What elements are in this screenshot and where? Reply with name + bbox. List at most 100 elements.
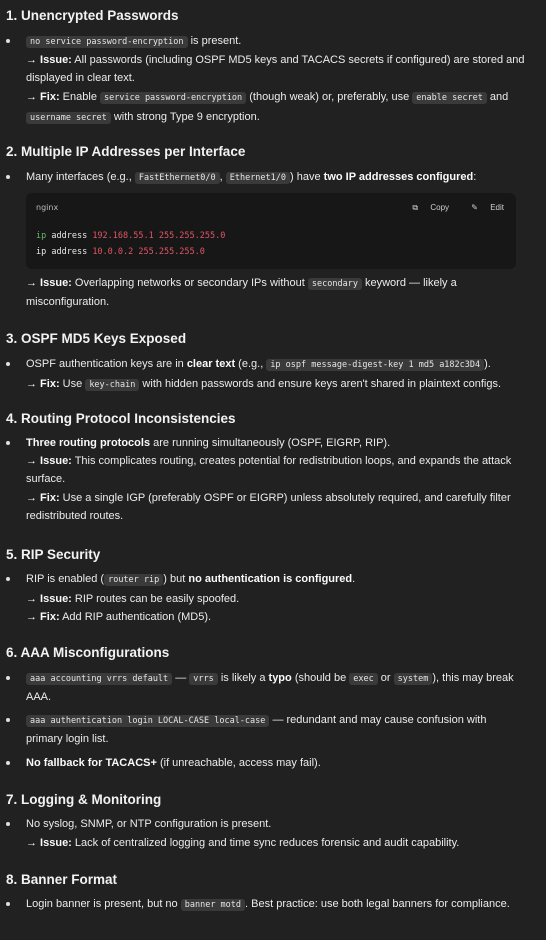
section-heading: 3. OSPF MD5 Keys Exposed	[6, 331, 187, 346]
list-item: No syslog, SNMP, or NTP configuration is…	[6, 815, 526, 852]
fix-label: → Fix:	[26, 378, 60, 390]
text-line: → Issue: Overlapping networks or seconda…	[26, 274, 526, 293]
code-keyword: ip	[36, 231, 47, 241]
text-line: → Fix: Add RIP authentication (MD5).	[26, 608, 526, 626]
text: Enable	[59, 91, 100, 103]
inline-code: Ethernet1/0	[225, 172, 291, 184]
text: This complicates routing, creates potent…	[71, 455, 512, 467]
text-line: → Issue: This complicates routing, creat…	[26, 452, 526, 470]
text: Lack of centralized logging and time syn…	[71, 837, 460, 849]
text-line: AAA.	[26, 688, 526, 706]
code-value: 192.168.55.1 255.255.255.0	[92, 231, 226, 241]
text-line: No syslog, SNMP, or NTP configuration is…	[26, 815, 526, 833]
list-item: Login banner is present, but no banner m…	[6, 895, 526, 914]
list-item: aaa authentication login LOCAL-CASE loca…	[6, 711, 526, 748]
text-line: redistributed routes.	[26, 507, 526, 525]
issue-label: → Issue:	[26, 455, 72, 467]
text: is likely a	[217, 672, 269, 684]
text: Use a single IGP (preferably OSPF or EIG…	[59, 492, 511, 504]
text: Many interfaces (e.g.,	[26, 171, 135, 183]
text: No syslog, SNMP, or NTP configuration is…	[26, 818, 272, 830]
inline-code: router rip	[104, 574, 164, 586]
code-language: nginx	[36, 203, 59, 212]
code-text: address	[46, 231, 93, 241]
code-text: address	[46, 247, 93, 257]
bold-text: No fallback for TACACS+	[26, 757, 157, 769]
list-item-continuation: → Issue: Overlapping networks or seconda…	[26, 274, 526, 311]
text: Login banner is present, but no	[26, 898, 181, 910]
list-item: Three routing protocols are running simu…	[6, 434, 526, 525]
text: Use	[59, 378, 86, 390]
list-item: RIP is enabled (router rip) but no authe…	[6, 570, 526, 626]
section-heading: 2. Multiple IP Addresses per Interface	[6, 144, 246, 159]
edit-label: Edit	[490, 203, 504, 212]
section-heading: 6. AAA Misconfigurations	[6, 645, 170, 660]
section-heading: 1. Unencrypted Passwords	[6, 8, 179, 23]
copy-icon: ⧉	[412, 203, 419, 212]
bullet	[6, 175, 10, 179]
inline-code: enable secret	[412, 92, 487, 104]
text: All passwords (including OSPF MD5 keys a…	[26, 54, 525, 84]
text-line: → Issue: All passwords (including OSPF M…	[26, 51, 526, 87]
inline-code: ip ospf message-digest-key 1 md5 a182c3D…	[266, 359, 485, 371]
text: primary login list.	[26, 733, 109, 745]
bullet	[6, 362, 10, 366]
bullet	[6, 718, 10, 722]
text: misconfiguration.	[26, 296, 110, 308]
text: with strong Type 9 encryption.	[110, 111, 260, 123]
inline-code: secondary	[307, 278, 362, 290]
inline-code: aaa authentication login LOCAL-CASE loca…	[26, 715, 270, 727]
text: (though weak) or, preferably, use	[246, 91, 413, 103]
text: ) have	[290, 171, 324, 183]
text: is present.	[187, 35, 242, 47]
inline-code: vrrs	[189, 673, 218, 685]
bullet	[6, 761, 10, 765]
list-item: OSPF authentication keys are in clear te…	[6, 355, 526, 394]
fix-label: → Fix:	[26, 611, 60, 623]
inline-code: system	[393, 673, 433, 685]
issue-label: → Issue:	[26, 837, 72, 849]
bold-text: clear text	[186, 358, 236, 370]
text: with hidden passwords and ensure keys ar…	[139, 378, 502, 390]
list-item: Many interfaces (e.g., FastEthernet0/0, …	[6, 168, 526, 187]
code-block: nginx ⧉ Copy ✎ Edit ip address 192.168.5…	[26, 193, 516, 269]
text-line: no service password-encryption is presen…	[26, 32, 526, 51]
text: RIP routes can be easily spoofed.	[71, 593, 240, 605]
inline-code: no service password-encryption	[26, 36, 188, 48]
text-line: OSPF authentication keys are in clear te…	[26, 355, 526, 374]
text: (if unreachable, access may fail).	[156, 757, 321, 769]
code-toolbar: ⧉ Copy ✎ Edit	[392, 199, 504, 217]
copy-label: Copy	[430, 203, 450, 212]
text: ) but	[163, 573, 189, 585]
bold-text: two IP addresses configured	[323, 171, 474, 183]
text: (should be	[291, 672, 350, 684]
text: are running simultaneously (OSPF, EIGRP,…	[150, 437, 391, 449]
issue-label: → Issue:	[26, 54, 72, 66]
inline-code: exec	[349, 673, 378, 685]
bullet	[6, 577, 10, 581]
inline-code: banner motd	[180, 899, 246, 911]
text: redistributed routes.	[26, 510, 124, 522]
text: (e.g.,	[235, 358, 267, 370]
bullet	[6, 902, 10, 906]
fix-label: → Fix:	[26, 91, 60, 103]
text: — redundant and may cause confusion with	[269, 714, 487, 726]
copy-button[interactable]: ⧉ Copy	[402, 203, 449, 212]
bullet	[6, 822, 10, 826]
edit-button[interactable]: ✎ Edit	[461, 203, 504, 212]
text-line: RIP is enabled (router rip) but no authe…	[26, 570, 526, 589]
issue-label: → Issue:	[26, 277, 72, 289]
bold-text: no authentication is configured	[188, 573, 353, 585]
text-line: surface.	[26, 470, 526, 488]
text-line: → Issue: Lack of centralized logging and…	[26, 834, 526, 852]
section-heading: 4. Routing Protocol Inconsistencies	[6, 411, 236, 426]
code-keyword: ip	[36, 247, 47, 257]
edit-icon: ✎	[471, 203, 478, 212]
text-line: No fallback for TACACS+ (if unreachable,…	[26, 754, 526, 772]
text-line: → Fix: Enable service password-encryptio…	[26, 88, 526, 107]
text: surface.	[26, 473, 66, 485]
bullet	[6, 441, 10, 445]
inline-code: key-chain	[85, 379, 140, 391]
text-line: Three routing protocols are running simu…	[26, 434, 526, 452]
list-item: no service password-encryption is presen…	[6, 32, 526, 127]
